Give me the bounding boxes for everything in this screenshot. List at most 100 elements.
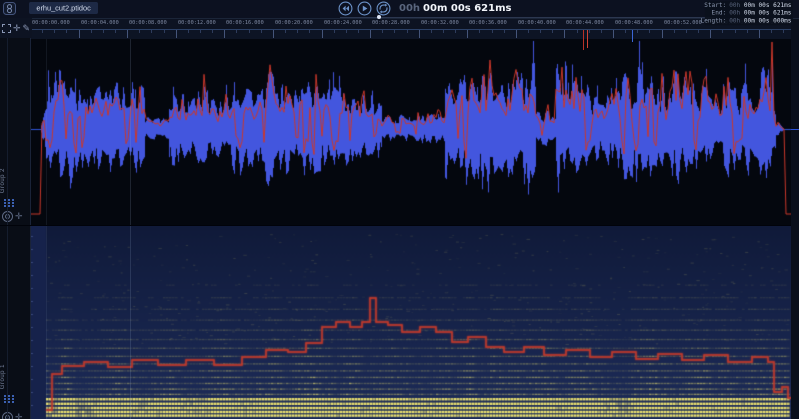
- document-tab[interactable]: erhu_cut2.ptidoc: [29, 2, 98, 14]
- red-marker-1[interactable]: [583, 30, 584, 50]
- ruler-tick: [103, 30, 104, 33]
- ruler-tick: [285, 30, 286, 33]
- ruler-label: 00:00:32.000: [421, 20, 459, 26]
- ruler-tick: [309, 30, 310, 33]
- ruler-tick: [613, 30, 614, 38]
- ruler-tick: [771, 30, 772, 33]
- ruler-label: 00:00:36.000: [469, 20, 507, 26]
- length-dim: 00h: [729, 17, 740, 24]
- ruler-tick: [224, 30, 225, 38]
- length-label: Length:: [701, 17, 727, 25]
- ruler-label: 00:00:40.000: [518, 20, 556, 26]
- play-button[interactable]: [357, 1, 372, 16]
- center-line-stub: [791, 129, 799, 130]
- time-value: 00m 00s 621ms: [423, 3, 511, 14]
- end-dim: 00h: [729, 9, 740, 16]
- app-window: erhu_cut2.ptidoc 00h00m 00s 621ms: [0, 0, 799, 419]
- blue-marker[interactable]: [632, 30, 633, 42]
- ruler-tick: [127, 30, 128, 38]
- app-icon[interactable]: [3, 2, 16, 15]
- selection-start-row: Start: 00h 00m 00s 621ms: [706, 2, 791, 10]
- start-dim: 00h: [729, 2, 740, 9]
- spectrogram-track: Group 1 ✛: [0, 226, 799, 419]
- ruler-tick: [686, 30, 687, 33]
- grid-icon[interactable]: [3, 394, 15, 404]
- seek-slider-handle[interactable]: [377, 15, 381, 19]
- anchor-icon[interactable]: ✛: [15, 212, 23, 221]
- ruler-tick: [662, 30, 663, 38]
- ruler-tick: [91, 30, 92, 33]
- ruler-tick: [504, 30, 505, 33]
- grid-icon[interactable]: [3, 198, 15, 208]
- speaker-icon[interactable]: [2, 412, 13, 419]
- ruler-tick: [151, 30, 152, 33]
- time-display: 00h00m 00s 621ms: [399, 3, 511, 14]
- ruler-label: 00:00:04.000: [81, 20, 119, 26]
- timeline-tick-strip[interactable]: [0, 29, 799, 39]
- end-label: End:: [712, 9, 727, 17]
- ruler-tick: [783, 30, 784, 33]
- draw-tool-icon[interactable]: ✎: [23, 24, 31, 33]
- ruler-tick: [759, 30, 760, 38]
- rewind-button[interactable]: [338, 1, 353, 16]
- ruler-tick: [479, 30, 480, 33]
- ruler-label: 00:00:44.000: [566, 20, 604, 26]
- region-start-guide: [46, 38, 47, 419]
- ruler-tick: [382, 30, 383, 33]
- spectrogram-group-label: Group 1: [0, 364, 6, 389]
- ruler-tick: [261, 30, 262, 33]
- ruler-tick: [710, 30, 711, 38]
- ruler-tick: [419, 30, 420, 38]
- spectrogram-canvas[interactable]: [0, 226, 799, 419]
- seek-slider[interactable]: [340, 17, 715, 18]
- waveform-canvas[interactable]: [0, 38, 799, 225]
- ruler-tick: [188, 30, 189, 33]
- ruler-tick: [589, 30, 590, 33]
- ruler-tick: [455, 30, 456, 33]
- loop-button[interactable]: [376, 1, 391, 16]
- section-guide-line: [130, 29, 131, 419]
- ruler-tick: [552, 30, 553, 33]
- timeline-ruler[interactable]: 00:00:00.00000:00:04.00000:00:08.00000:0…: [0, 18, 799, 29]
- ruler-tick: [540, 30, 541, 33]
- ruler-tick: [492, 30, 493, 33]
- ruler-label: 00:00:12.000: [178, 20, 216, 26]
- ruler-tick: [273, 30, 274, 38]
- ruler-tick: [722, 30, 723, 33]
- ruler-label: 00:00:08.000: [129, 20, 167, 26]
- ruler-tick: [200, 30, 201, 33]
- ruler-tick: [358, 30, 359, 33]
- anchor-icon[interactable]: ✛: [15, 413, 23, 419]
- transport-controls: 00h00m 00s 621ms: [338, 1, 511, 16]
- ruler-tick: [467, 30, 468, 38]
- selection-tool-icon[interactable]: [2, 24, 11, 33]
- ruler-tick: [176, 30, 177, 38]
- ruler-tick: [698, 30, 699, 33]
- selection-length-row: Length: 00h 00m 00s 000ms: [706, 17, 791, 25]
- ruler-tick: [735, 30, 736, 33]
- waveform-track-header[interactable]: Group 2 ✛: [0, 38, 31, 225]
- ruler-tick: [516, 30, 517, 38]
- red-marker-2[interactable]: [587, 30, 588, 48]
- ruler-tick: [601, 30, 602, 33]
- ruler-label: 00:00:20.000: [275, 20, 313, 26]
- ruler-tick: [637, 30, 638, 33]
- ruler-tick: [443, 30, 444, 33]
- ruler-tick: [370, 30, 371, 38]
- move-tool-icon[interactable]: ✛: [13, 24, 21, 33]
- ruler-tick: [577, 30, 578, 33]
- ruler-tick: [625, 30, 626, 33]
- right-scrollbar[interactable]: [791, 18, 799, 419]
- start-label: Start:: [704, 2, 726, 10]
- speaker-icon[interactable]: [2, 211, 13, 222]
- length-value: 00m 00s 000ms: [744, 17, 792, 24]
- ruler-tick: [346, 30, 347, 33]
- ruler-tick: [431, 30, 432, 33]
- ruler-tick: [42, 30, 43, 33]
- ruler-tick: [115, 30, 116, 33]
- ruler-label: 00:00:52.000: [664, 20, 702, 26]
- time-hours: 00h: [399, 3, 420, 14]
- ruler-tick: [528, 30, 529, 33]
- ruler-tick: [66, 30, 67, 33]
- spectrogram-track-header[interactable]: Group 1 ✛: [0, 226, 31, 419]
